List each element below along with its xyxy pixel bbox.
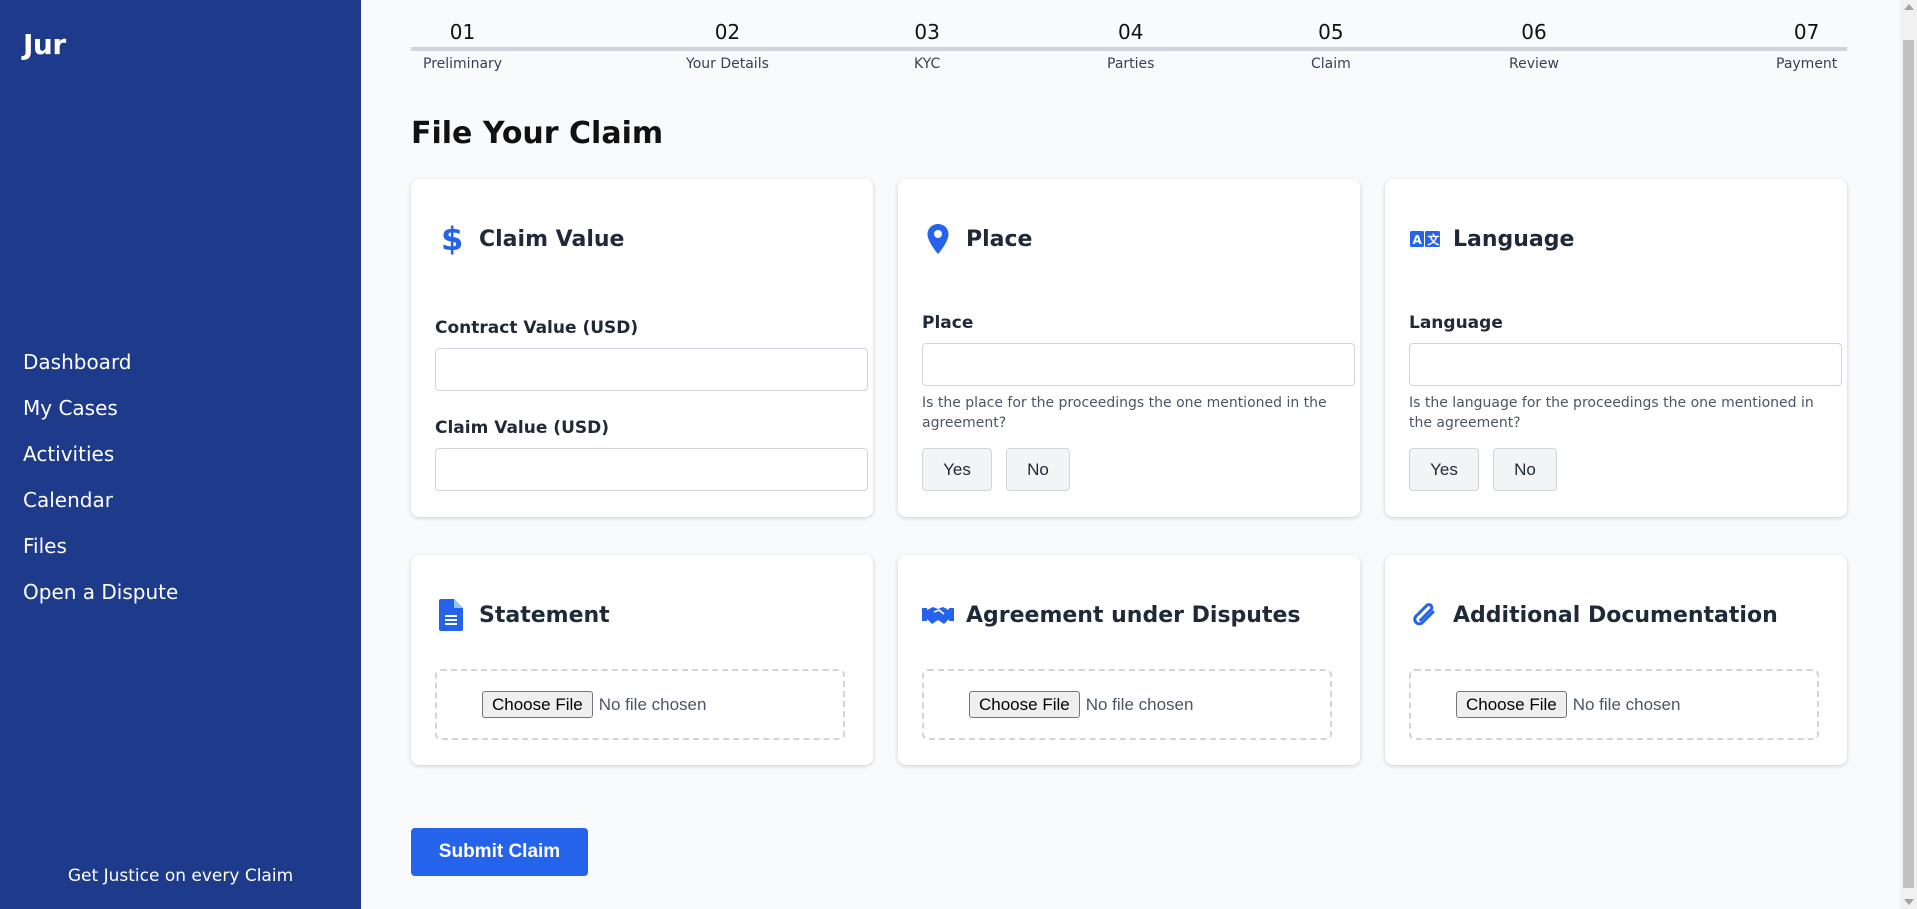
- svg-text:A: A: [1413, 233, 1423, 247]
- agreement-file-status: No file chosen: [1085, 694, 1194, 714]
- map-pin-icon: [922, 223, 954, 255]
- card-header: A文 Language: [1409, 223, 1574, 255]
- step-your-details[interactable]: 02 Your Details: [686, 20, 769, 72]
- step-label: Review: [1509, 56, 1559, 72]
- step-preliminary[interactable]: 01 Preliminary: [423, 20, 502, 72]
- progress-stepper: 01 Preliminary 02 Your Details 03 KYC 04…: [411, 0, 1847, 90]
- card-title: Statement: [479, 602, 610, 628]
- statement-card: Statement Choose File No file chosen: [411, 555, 873, 765]
- page-scrollbar[interactable]: [1900, 0, 1917, 909]
- sidebar-nav: Dashboard My Cases Activities Calendar F…: [23, 345, 178, 621]
- step-number: 05: [1318, 20, 1344, 44]
- additional-file-dropzone[interactable]: Choose File No file chosen: [1409, 669, 1819, 740]
- additional-file-status: No file chosen: [1572, 694, 1681, 714]
- page-title: File Your Claim: [411, 116, 664, 151]
- place-yes-button[interactable]: Yes: [922, 448, 992, 491]
- step-payment[interactable]: 07 Payment: [1776, 20, 1837, 72]
- place-no-button[interactable]: No: [1006, 448, 1070, 491]
- card-header: Agreement under Disputes: [922, 599, 1301, 631]
- sidebar-item-dashboard[interactable]: Dashboard: [23, 345, 178, 391]
- language-label: Language: [1409, 313, 1503, 333]
- step-label: Payment: [1776, 56, 1838, 72]
- step-number: 02: [714, 20, 741, 44]
- agreement-file-dropzone[interactable]: Choose File No file chosen: [922, 669, 1332, 740]
- step-number: 07: [1793, 20, 1820, 44]
- agreement-card: Agreement under Disputes Choose File No …: [898, 555, 1360, 765]
- paperclip-icon: [1409, 599, 1441, 631]
- claim-value-label: Claim Value (USD): [435, 418, 610, 438]
- contract-value-label: Contract Value (USD): [435, 318, 639, 338]
- card-header: $ Claim Value: [435, 223, 624, 255]
- language-help-text: Is the language for the proceedings the …: [1409, 395, 1814, 431]
- step-claim[interactable]: 05 Claim: [1311, 20, 1351, 72]
- sidebar-tagline: Get Justice on every Claim: [67, 866, 294, 886]
- step-number: 04: [1117, 20, 1144, 44]
- sidebar-item-open-dispute[interactable]: Open a Dispute: [23, 575, 178, 621]
- additional-choose-file-button[interactable]: Choose File: [1456, 691, 1567, 718]
- language-no-button[interactable]: No: [1493, 448, 1557, 491]
- card-title: Language: [1453, 226, 1575, 252]
- language-input[interactable]: [1409, 343, 1842, 386]
- step-number: 03: [914, 20, 940, 44]
- statement-file-dropzone[interactable]: Choose File No file chosen: [435, 669, 845, 740]
- card-title: Place: [966, 226, 1033, 252]
- claim-value-input[interactable]: [435, 448, 868, 491]
- scrollbar-thumb[interactable]: [1903, 40, 1914, 888]
- card-title: Additional Documentation: [1453, 602, 1778, 628]
- translate-icon: A文: [1409, 223, 1441, 255]
- language-yes-button[interactable]: Yes: [1409, 448, 1479, 491]
- card-header: Statement: [435, 599, 610, 631]
- submit-claim-button[interactable]: Submit Claim: [411, 828, 588, 876]
- step-review[interactable]: 06 Review: [1509, 20, 1559, 72]
- brand-logo[interactable]: Jur: [23, 28, 66, 61]
- handshake-icon: [922, 599, 954, 631]
- place-help-text: Is the place for the proceedings the one…: [922, 395, 1327, 431]
- place-label: Place: [922, 313, 974, 333]
- place-card: Place Place Is the place for the proceed…: [898, 179, 1360, 517]
- svg-text:$: $: [441, 223, 461, 255]
- svg-text:文: 文: [1428, 232, 1441, 247]
- scroll-up-arrow-icon[interactable]: [1904, 4, 1914, 10]
- card-header: Additional Documentation: [1409, 599, 1778, 631]
- language-card: A文 Language Language Is the language for…: [1385, 179, 1847, 517]
- step-label: Parties: [1107, 56, 1155, 72]
- card-header: Place: [922, 223, 1032, 255]
- sidebar-item-activities[interactable]: Activities: [23, 437, 178, 483]
- step-label: Claim: [1311, 56, 1351, 72]
- step-number: 06: [1521, 20, 1547, 44]
- step-label: KYC: [914, 56, 941, 72]
- sidebar-item-calendar[interactable]: Calendar: [23, 483, 178, 529]
- scroll-down-arrow-icon[interactable]: [1904, 899, 1914, 905]
- step-label: Your Details: [686, 56, 769, 72]
- sidebar-item-files[interactable]: Files: [23, 529, 178, 575]
- document-icon: [435, 599, 467, 631]
- additional-documentation-card: Additional Documentation Choose File No …: [1385, 555, 1847, 765]
- statement-choose-file-button[interactable]: Choose File: [482, 691, 593, 718]
- step-label: Preliminary: [423, 56, 503, 72]
- sidebar-item-my-cases[interactable]: My Cases: [23, 391, 178, 437]
- statement-file-status: No file chosen: [598, 694, 707, 714]
- contract-value-input[interactable]: [435, 348, 868, 391]
- step-kyc[interactable]: 03 KYC: [914, 20, 940, 72]
- step-parties[interactable]: 04 Parties: [1107, 20, 1154, 72]
- card-title: Agreement under Disputes: [966, 602, 1301, 628]
- agreement-choose-file-button[interactable]: Choose File: [969, 691, 1080, 718]
- claim-value-card: $ Claim Value Contract Value (USD) Claim…: [411, 179, 873, 517]
- step-number: 01: [449, 20, 476, 44]
- card-title: Claim Value: [479, 226, 625, 252]
- dollar-icon: $: [435, 223, 467, 255]
- sidebar: Jur Dashboard My Cases Activities Calend…: [0, 0, 361, 909]
- place-input[interactable]: [922, 343, 1355, 386]
